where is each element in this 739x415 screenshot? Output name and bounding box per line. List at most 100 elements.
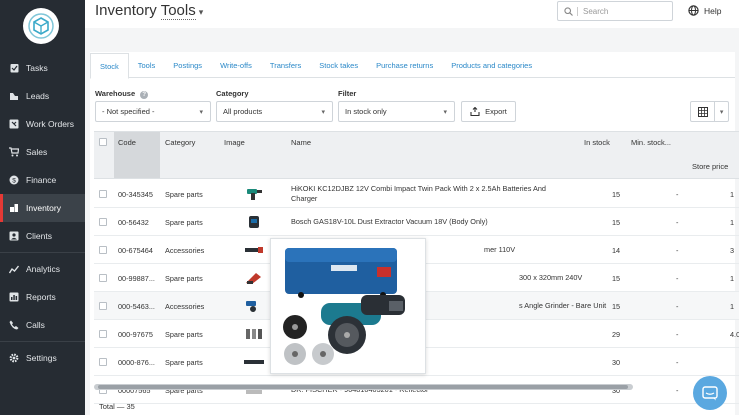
cell-min-stock: - — [676, 189, 679, 199]
cell-name: HiKOKI KC12DJBZ 12V Combi Impact Twin Pa… — [291, 184, 546, 203]
leads-icon — [9, 91, 19, 101]
cell-category: Accessories — [165, 301, 205, 311]
svg-text:$: $ — [12, 178, 16, 185]
chat-button[interactable] — [693, 376, 727, 410]
column-header-image[interactable]: Image — [224, 132, 245, 178]
tab-stock-takes[interactable]: Stock takes — [310, 53, 367, 78]
column-header-code[interactable]: Code — [114, 132, 160, 178]
help-label: Help — [704, 5, 722, 16]
section-dropdown[interactable]: Tools — [160, 2, 196, 20]
cell-category: Spare parts — [165, 217, 203, 227]
cell-store-price: 4.0 — [730, 329, 739, 339]
app-logo[interactable] — [23, 8, 59, 44]
row-checkbox[interactable] — [99, 320, 107, 348]
select-all-checkbox[interactable] — [99, 132, 107, 178]
sidebar-nav: Tasks Leads Work Orders Sales $ Finance I… — [0, 54, 85, 372]
row-checkbox[interactable] — [99, 376, 107, 404]
tab-purchase-returns[interactable]: Purchase returns — [367, 53, 442, 78]
cell-min-stock: - — [676, 217, 679, 227]
search-placeholder: Search — [577, 6, 608, 16]
column-header-store-price[interactable]: Store price — [692, 132, 728, 178]
cell-name: Bosch GAS18V-10L Dust Extractor Vacuum 1… — [291, 217, 488, 226]
sidebar-item-label: Finance — [26, 175, 57, 185]
help-link[interactable]: Help — [688, 5, 721, 16]
page-title: Inventory Tools ▾ — [95, 2, 204, 20]
sidebar-item-label: Work Orders — [26, 119, 75, 129]
row-checkbox[interactable] — [99, 348, 107, 376]
cell-store-price: 1 — [730, 301, 735, 311]
cell-code: 00007565 — [118, 385, 151, 395]
cell-in-stock: 29 — [612, 329, 621, 339]
column-header-in-stock[interactable]: In stock — [584, 132, 610, 178]
row-checkbox[interactable] — [99, 180, 107, 208]
column-settings-button[interactable]: ▾ — [690, 101, 729, 122]
product-thumbnail — [242, 320, 266, 348]
tab-bar: Stock Tools Postings Write-offs Transfer… — [90, 53, 735, 79]
column-header-name[interactable]: Name — [291, 132, 311, 178]
sidebar-item-label: Analytics — [26, 264, 61, 274]
sidebar-item-finance[interactable]: $ Finance — [0, 166, 85, 194]
sidebar: Tasks Leads Work Orders Sales $ Finance I… — [0, 0, 85, 415]
cell-in-stock: 30 — [612, 357, 621, 367]
sidebar-item-tasks[interactable]: Tasks — [0, 54, 85, 82]
sidebar-item-leads[interactable]: Leads — [0, 82, 85, 110]
sidebar-item-inventory[interactable]: Inventory — [0, 194, 85, 222]
cell-code: 00-99887... — [118, 273, 155, 283]
image-preview-popup — [270, 238, 426, 374]
sidebar-item-work-orders[interactable]: Work Orders — [0, 110, 85, 138]
column-header-category[interactable]: Category — [165, 132, 195, 178]
sidebar-item-settings[interactable]: Settings — [0, 344, 85, 372]
search-input[interactable]: Search — [557, 1, 673, 21]
chevron-down-icon[interactable]: ▾ — [199, 7, 204, 17]
cell-category: Spare parts — [165, 329, 203, 339]
cell-name: DR. FISCHER - 964810403201 - Reflector — [291, 376, 551, 404]
tab-tools[interactable]: Tools — [129, 53, 165, 78]
cell-code: 00-675464 — [118, 245, 153, 255]
tab-transfers[interactable]: Transfers — [261, 53, 310, 78]
sidebar-item-clients[interactable]: Clients — [0, 222, 85, 250]
scrollbar-thumb[interactable] — [98, 385, 628, 389]
export-button[interactable]: Export — [461, 101, 516, 122]
filter-label: Filter — [338, 89, 357, 98]
sidebar-item-label: Sales — [26, 147, 48, 157]
tab-write-offs[interactable]: Write-offs — [211, 53, 261, 78]
column-header-min-stock[interactable]: Min. stock... — [631, 132, 671, 178]
row-checkbox[interactable] — [99, 208, 107, 236]
row-checkbox[interactable] — [99, 236, 107, 264]
cell-code: 00-56432 — [118, 217, 149, 227]
product-preview-image — [283, 248, 405, 365]
table-row[interactable]: 00-56432 Spare parts Bosch GAS18V-10L Dust… — [94, 208, 739, 236]
table-row[interactable]: 00-345345 Spare parts HiKOKI KC12DJBZ 12V … — [94, 180, 739, 208]
row-checkbox[interactable] — [99, 292, 107, 320]
sidebar-item-analytics[interactable]: Analytics — [0, 255, 85, 283]
cell-code: 0000-876... — [118, 357, 155, 367]
grid-icon — [691, 106, 714, 117]
search-icon — [564, 6, 573, 16]
chevron-down-icon: ▾ — [714, 102, 728, 121]
cell-name: s Angle Grinder - Bare Unit — [519, 301, 607, 310]
cell-name: 300 x 320mm 240V — [519, 273, 583, 282]
cell-min-stock: - — [676, 329, 679, 339]
sidebar-item-label: Reports — [26, 292, 56, 302]
sidebar-item-sales[interactable]: Sales — [0, 138, 85, 166]
product-thumbnail — [242, 180, 266, 208]
warehouse-select[interactable]: - Not specified - ▾ — [95, 101, 211, 122]
cart-icon — [9, 147, 19, 157]
row-checkbox[interactable] — [99, 264, 107, 292]
tab-products-and-categories[interactable]: Products and categories — [442, 53, 541, 78]
sidebar-item-calls[interactable]: Calls — [0, 311, 85, 339]
filter-select[interactable]: In stock only ▾ — [338, 101, 455, 122]
tab-postings[interactable]: Postings — [164, 53, 211, 78]
tab-stock[interactable]: Stock — [90, 53, 129, 79]
cell-store-price: 1 — [730, 273, 735, 283]
inventory-icon — [9, 203, 19, 213]
sidebar-item-label: Tasks — [26, 63, 48, 73]
clients-icon — [9, 231, 19, 241]
horizontal-scrollbar[interactable] — [94, 384, 633, 390]
category-select[interactable]: All products ▾ — [216, 101, 333, 122]
table-row[interactable]: 00007565 Spare parts DR. FISCHER - 9648104… — [94, 376, 739, 404]
app-window: Tasks Leads Work Orders Sales $ Finance I… — [0, 0, 739, 415]
warehouse-label: Warehouse ? — [95, 89, 149, 99]
help-circle-icon[interactable]: ? — [140, 91, 149, 99]
sidebar-item-reports[interactable]: Reports — [0, 283, 85, 311]
